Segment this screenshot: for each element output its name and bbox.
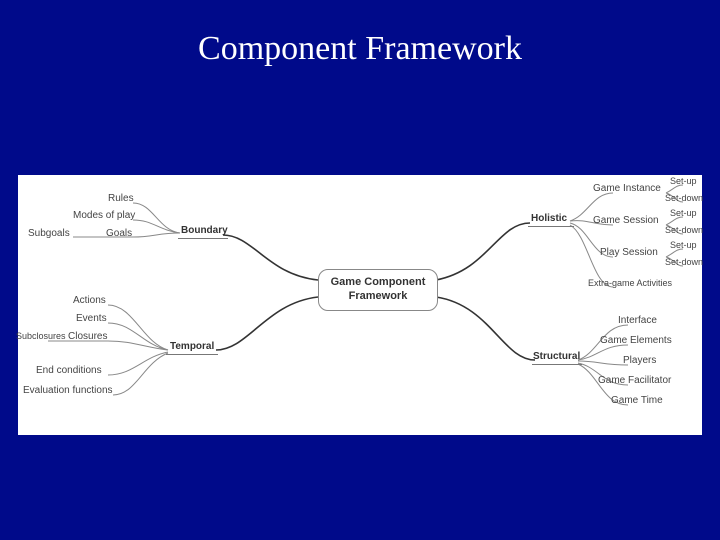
- leaf-events: Events: [76, 313, 107, 324]
- leaf-players: Players: [623, 355, 656, 366]
- leaf-ps-setdown: Set-down: [665, 257, 703, 267]
- leaf-gi-setdown: Set-down: [665, 193, 703, 203]
- leaf-game-elements: Game Elements: [600, 335, 672, 346]
- underline-structural: [532, 364, 582, 365]
- slide-title: Component Framework: [0, 30, 720, 68]
- branch-boundary: Boundary: [181, 225, 228, 236]
- leaf-goals: Goals: [106, 228, 132, 239]
- leaf-closures: Closures: [68, 331, 107, 342]
- leaf-play-session: Play Session: [600, 247, 658, 258]
- leaf-ps-setup: Set-up: [670, 240, 697, 250]
- leaf-game-time: Game Time: [611, 395, 663, 406]
- underline-holistic: [528, 226, 574, 227]
- leaf-subclosures: Subclosures: [16, 331, 66, 341]
- slide: Component Framework: [0, 0, 720, 540]
- underline-temporal: [166, 354, 218, 355]
- leaf-game-session: Game Session: [593, 215, 659, 226]
- center-node: Game ComponentFramework: [318, 269, 438, 311]
- leaf-end-conditions: End conditions: [36, 365, 102, 376]
- leaf-subgoals: Subgoals: [28, 228, 70, 239]
- branch-structural: Structural: [533, 351, 580, 362]
- leaf-gs-setup: Set-up: [670, 208, 697, 218]
- branch-holistic: Holistic: [531, 213, 567, 224]
- leaf-interface: Interface: [618, 315, 657, 326]
- leaf-actions: Actions: [73, 295, 106, 306]
- leaf-extra-game: Extra-game Activities: [588, 278, 672, 288]
- leaf-game-instance: Game Instance: [593, 183, 661, 194]
- leaf-facilitator: Game Facilitator: [598, 375, 671, 386]
- underline-boundary: [178, 238, 228, 239]
- center-label: Game ComponentFramework: [331, 276, 426, 304]
- leaf-rules: Rules: [108, 193, 134, 204]
- mindmap-diagram: Game ComponentFramework Boundary Rules M…: [18, 175, 702, 435]
- branch-temporal: Temporal: [170, 341, 214, 352]
- leaf-gi-setup: Set-up: [670, 176, 697, 186]
- leaf-modes-of-play: Modes of play: [73, 210, 135, 221]
- leaf-gs-setdown: Set-down: [665, 225, 703, 235]
- leaf-evaluation-functions: Evaluation functions: [23, 385, 113, 396]
